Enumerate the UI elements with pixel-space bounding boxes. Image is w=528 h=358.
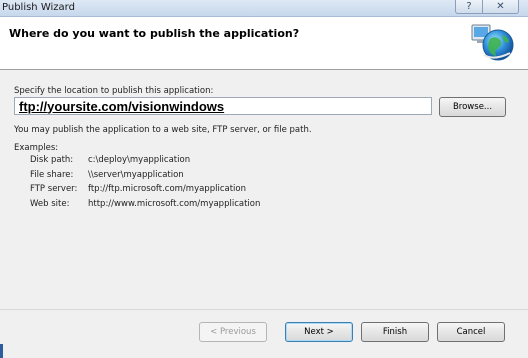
- page-title: Where do you want to publish the applica…: [9, 27, 300, 40]
- globe-network-icon: [471, 24, 514, 61]
- publish-wizard-window: Publish Wizard ? ✕ Where do you want to …: [0, 0, 528, 358]
- title-bar: Publish Wizard ? ✕: [0, 0, 528, 17]
- cancel-button[interactable]: Cancel: [437, 322, 505, 342]
- example-value: c:\deploy\myapplication: [88, 155, 191, 165]
- previous-button[interactable]: < Previous: [199, 322, 267, 342]
- examples-label: Examples:: [14, 143, 59, 153]
- example-key: File share:: [30, 170, 74, 180]
- close-button[interactable]: ✕: [483, 0, 519, 14]
- finish-button[interactable]: Finish: [361, 322, 429, 342]
- location-label: Specify the location to publish this app…: [14, 86, 214, 96]
- footer-divider: [0, 309, 528, 310]
- example-value: ftp://ftp.microsoft.com/myapplication: [88, 184, 246, 194]
- example-key: Disk path:: [30, 155, 74, 165]
- wizard-header: Where do you want to publish the applica…: [0, 17, 528, 70]
- example-row: Web site: http://www.microsoft.com/myappl…: [30, 199, 260, 209]
- next-button[interactable]: Next >: [285, 322, 353, 342]
- help-button[interactable]: ?: [455, 0, 483, 14]
- example-row: File share: \\server\myapplication: [30, 170, 184, 180]
- publish-location-input[interactable]: [14, 97, 432, 115]
- example-key: FTP server:: [30, 184, 78, 194]
- window-edge: [0, 344, 3, 358]
- window-title: Publish Wizard: [2, 2, 75, 13]
- example-row: FTP server: ftp://ftp.microsoft.com/myapp…: [30, 184, 246, 194]
- example-value: \\server\myapplication: [88, 170, 184, 180]
- example-row: Disk path: c:\deploy\myapplication: [30, 155, 190, 165]
- example-value: http://www.microsoft.com/myapplication: [88, 199, 261, 209]
- example-key: Web site:: [30, 199, 70, 209]
- browse-button[interactable]: Browse...: [439, 97, 506, 117]
- info-text: You may publish the application to a web…: [14, 125, 312, 135]
